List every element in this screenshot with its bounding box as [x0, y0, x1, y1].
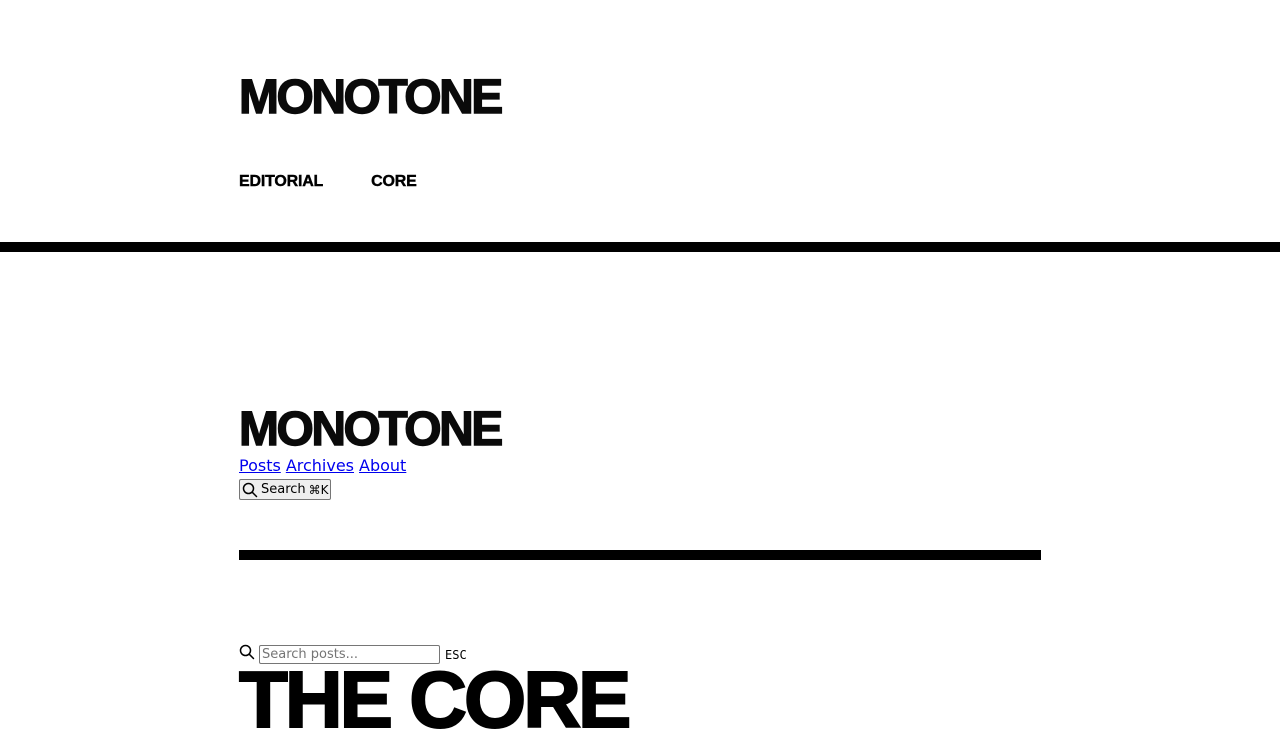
search-icon: [242, 482, 258, 497]
nav-link-about[interactable]: About: [359, 456, 406, 476]
content-divider: [239, 550, 1041, 560]
page-title: THE CORE: [238, 655, 632, 744]
primary-nav: EDITORIAL CORE: [239, 172, 417, 192]
nav-link-posts[interactable]: Posts: [239, 456, 281, 476]
header-divider: [0, 242, 1280, 252]
search-button[interactable]: Search ⌘K: [239, 479, 331, 500]
nav-item-core[interactable]: CORE: [371, 172, 417, 192]
site-header: MONOTONE EDITORIAL CORE: [0, 0, 1280, 252]
search-shortcut: ⌘K: [308, 482, 329, 497]
nav-item-editorial[interactable]: EDITORIAL: [239, 172, 324, 192]
secondary-site-logo[interactable]: MONOTONE: [238, 403, 504, 456]
secondary-nav: Posts Archives About: [239, 456, 406, 476]
search-button-label: Search: [261, 482, 306, 497]
nav-link-archives[interactable]: Archives: [286, 456, 354, 476]
site-logo[interactable]: MONOTONE: [238, 71, 504, 124]
